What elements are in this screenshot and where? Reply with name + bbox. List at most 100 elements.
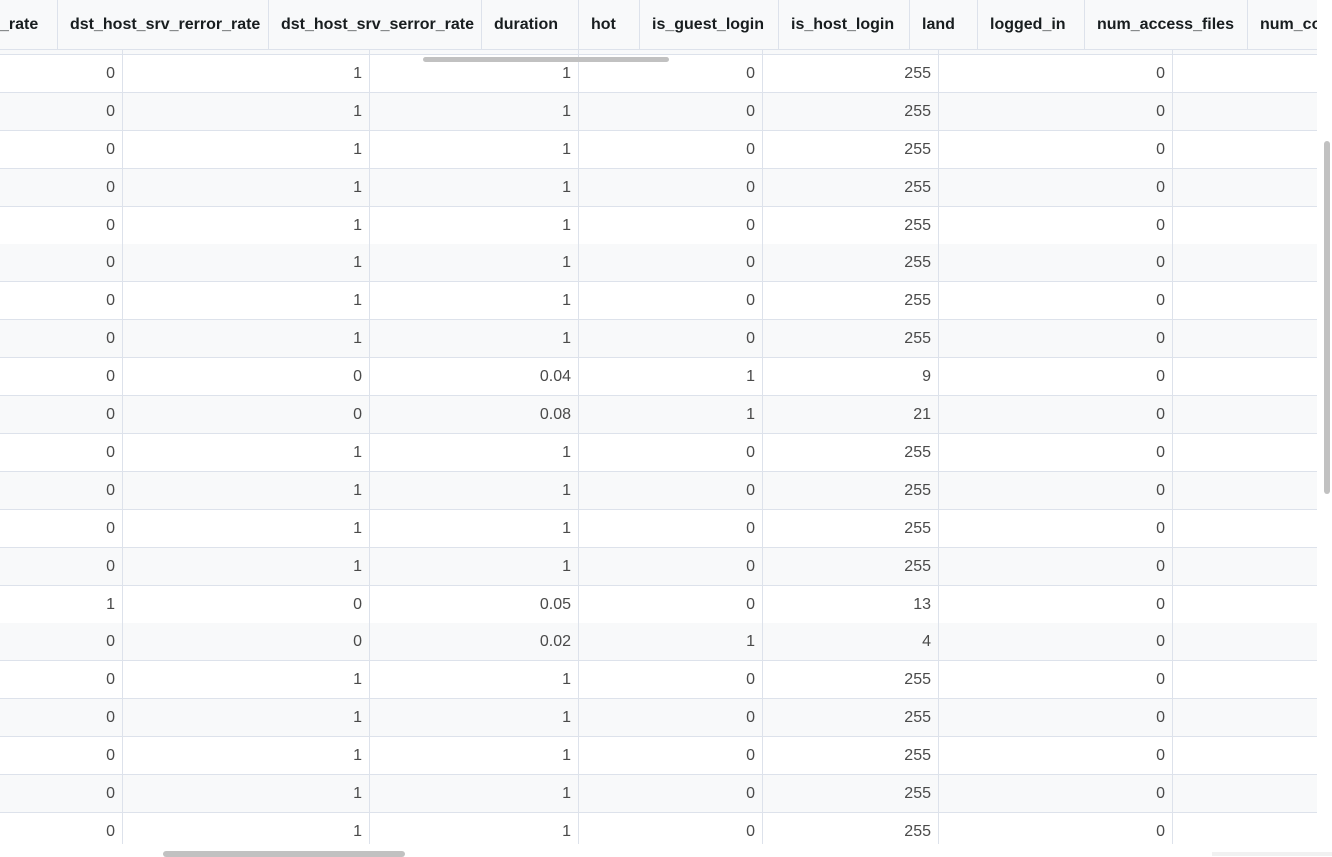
table-cell-empty[interactable] bbox=[1173, 623, 1317, 660]
column-header[interactable]: is_host_login bbox=[779, 0, 910, 49]
table-cell[interactable]: 255 bbox=[763, 433, 939, 471]
table-row[interactable]: 01102550 bbox=[0, 775, 1317, 813]
table-cell[interactable]: 1 bbox=[370, 168, 579, 206]
column-header[interactable]: duration bbox=[482, 0, 579, 49]
table-cell-empty[interactable] bbox=[1173, 548, 1317, 585]
table-cell[interactable]: 0 bbox=[579, 812, 763, 844]
vertical-scrollbar-thumb[interactable] bbox=[1324, 141, 1330, 494]
column-header[interactable]: hot bbox=[579, 0, 640, 49]
table-cell[interactable]: 1 bbox=[123, 168, 370, 206]
table-row[interactable]: 01102550 bbox=[0, 282, 1317, 321]
table-row[interactable]: 0 0 0.02 1 4 0 bbox=[0, 623, 1317, 662]
table-cell[interactable]: 255 bbox=[763, 92, 939, 130]
table-cell[interactable]: 1 bbox=[579, 623, 763, 661]
table-cell[interactable]: 255 bbox=[763, 282, 939, 320]
table-cell[interactable]: 1 bbox=[370, 206, 579, 244]
table-row[interactable]: 01102550 bbox=[0, 92, 1317, 131]
table-cell[interactable]: 0 bbox=[579, 206, 763, 244]
table-cell[interactable]: 1 bbox=[123, 661, 370, 699]
table-cell[interactable]: 1 bbox=[370, 92, 579, 130]
table-cell[interactable]: 0 bbox=[939, 282, 1173, 320]
table-cell-empty[interactable] bbox=[1173, 55, 1317, 92]
table-cell[interactable]: 1 bbox=[370, 737, 579, 775]
table-cell[interactable]: 0 bbox=[123, 396, 370, 433]
table-cell[interactable]: 1 bbox=[123, 206, 370, 244]
table-cell[interactable]: 0 bbox=[939, 54, 1173, 92]
table-cell[interactable]: 0 bbox=[939, 812, 1173, 844]
table-row[interactable]: 01102550 bbox=[0, 509, 1317, 548]
table-cell[interactable]: 21 bbox=[763, 396, 939, 433]
table-cell[interactable]: 0 bbox=[579, 320, 763, 358]
table-cell[interactable]: 0 bbox=[579, 509, 763, 547]
table-cell[interactable]: 1 bbox=[370, 699, 579, 737]
table-cell[interactable]: 0 bbox=[0, 433, 123, 471]
table-cell[interactable]: 255 bbox=[763, 547, 939, 585]
table-cell[interactable]: 13 bbox=[763, 585, 939, 623]
table-cell[interactable]: 0 bbox=[0, 471, 123, 509]
table-cell[interactable]: 1 bbox=[579, 358, 763, 396]
table-cell[interactable]: 0 bbox=[0, 547, 123, 585]
table-row[interactable]: 0 0 0.04 1 9 0 bbox=[0, 358, 1317, 397]
table-cell-empty[interactable] bbox=[1173, 93, 1317, 130]
table-row[interactable]: 01102550 bbox=[0, 433, 1317, 472]
table-cell[interactable]: 0 bbox=[939, 433, 1173, 471]
table-cell[interactable]: 0 bbox=[579, 130, 763, 168]
table-cell-empty[interactable] bbox=[1173, 661, 1317, 698]
table-cell[interactable]: 255 bbox=[763, 775, 939, 812]
table-cell[interactable]: 0 bbox=[0, 92, 123, 130]
table-cell[interactable]: 1 bbox=[370, 433, 579, 471]
table-cell[interactable]: 1 bbox=[123, 737, 370, 775]
table-row[interactable]: 01102550 bbox=[0, 812, 1317, 844]
table-cell[interactable]: 1 bbox=[579, 396, 763, 433]
table-cell[interactable]: 0 bbox=[0, 623, 123, 661]
table-row[interactable]: 01102550 bbox=[0, 547, 1317, 586]
table-row[interactable]: 01102550 bbox=[0, 130, 1317, 169]
table-cell[interactable]: 0 bbox=[939, 699, 1173, 737]
table-cell[interactable]: 0 bbox=[939, 92, 1173, 130]
table-row[interactable]: 01102550 bbox=[0, 320, 1317, 359]
table-cell[interactable]: 9 bbox=[763, 358, 939, 396]
table-cell[interactable]: 1 bbox=[123, 433, 370, 471]
table-cell[interactable]: 1 bbox=[370, 320, 579, 358]
table-cell[interactable]: 255 bbox=[763, 812, 939, 844]
table-cell[interactable]: 0 bbox=[579, 661, 763, 699]
table-cell[interactable]: 0 bbox=[579, 585, 763, 623]
table-cell[interactable]: 1 bbox=[123, 244, 370, 282]
table-cell[interactable]: 0 bbox=[939, 623, 1173, 661]
table-cell-empty[interactable] bbox=[1173, 282, 1317, 319]
table-cell[interactable]: 4 bbox=[763, 623, 939, 661]
table-cell[interactable]: 0 bbox=[939, 775, 1173, 812]
table-cell-empty[interactable] bbox=[1173, 699, 1317, 736]
header-horizontal-scrollbar-thumb[interactable] bbox=[423, 57, 669, 62]
table-cell[interactable]: 0 bbox=[579, 244, 763, 282]
table-cell[interactable]: 0 bbox=[0, 358, 123, 396]
table-cell[interactable]: 0.02 bbox=[370, 623, 579, 661]
column-header[interactable]: dst_host_srv_rerror_rate bbox=[58, 0, 269, 49]
table-cell[interactable]: 0 bbox=[0, 775, 123, 812]
table-cell[interactable]: 0 bbox=[939, 320, 1173, 358]
table-cell[interactable]: 1 bbox=[123, 320, 370, 358]
table-cell[interactable]: 0 bbox=[939, 471, 1173, 509]
table-cell[interactable]: 0 bbox=[579, 168, 763, 206]
table-cell[interactable]: 255 bbox=[763, 244, 939, 282]
table-cell[interactable]: 255 bbox=[763, 471, 939, 509]
table-cell-empty[interactable] bbox=[1173, 320, 1317, 357]
table-row[interactable]: 01102550 bbox=[0, 737, 1317, 776]
table-cell[interactable]: 0 bbox=[579, 471, 763, 509]
table-cell[interactable]: 1 bbox=[370, 244, 579, 282]
table-cell[interactable]: 1 bbox=[123, 509, 370, 547]
table-cell-empty[interactable] bbox=[1173, 737, 1317, 774]
table-cell[interactable]: 1 bbox=[0, 585, 123, 623]
table-cell[interactable]: 0 bbox=[0, 320, 123, 358]
table-cell[interactable]: 0 bbox=[579, 547, 763, 585]
column-header[interactable]: logged_in bbox=[978, 0, 1085, 49]
table-cell-empty[interactable] bbox=[1173, 207, 1317, 244]
table-cell[interactable]: 0 bbox=[123, 358, 370, 396]
table-cell[interactable]: 0 bbox=[0, 396, 123, 433]
table-cell[interactable]: 0 bbox=[939, 509, 1173, 547]
table-cell[interactable]: 1 bbox=[123, 775, 370, 812]
table-cell[interactable]: 255 bbox=[763, 320, 939, 358]
table-cell[interactable]: 0 bbox=[0, 812, 123, 844]
table-row[interactable]: 01102550 bbox=[0, 699, 1317, 738]
table-cell[interactable]: 255 bbox=[763, 737, 939, 775]
